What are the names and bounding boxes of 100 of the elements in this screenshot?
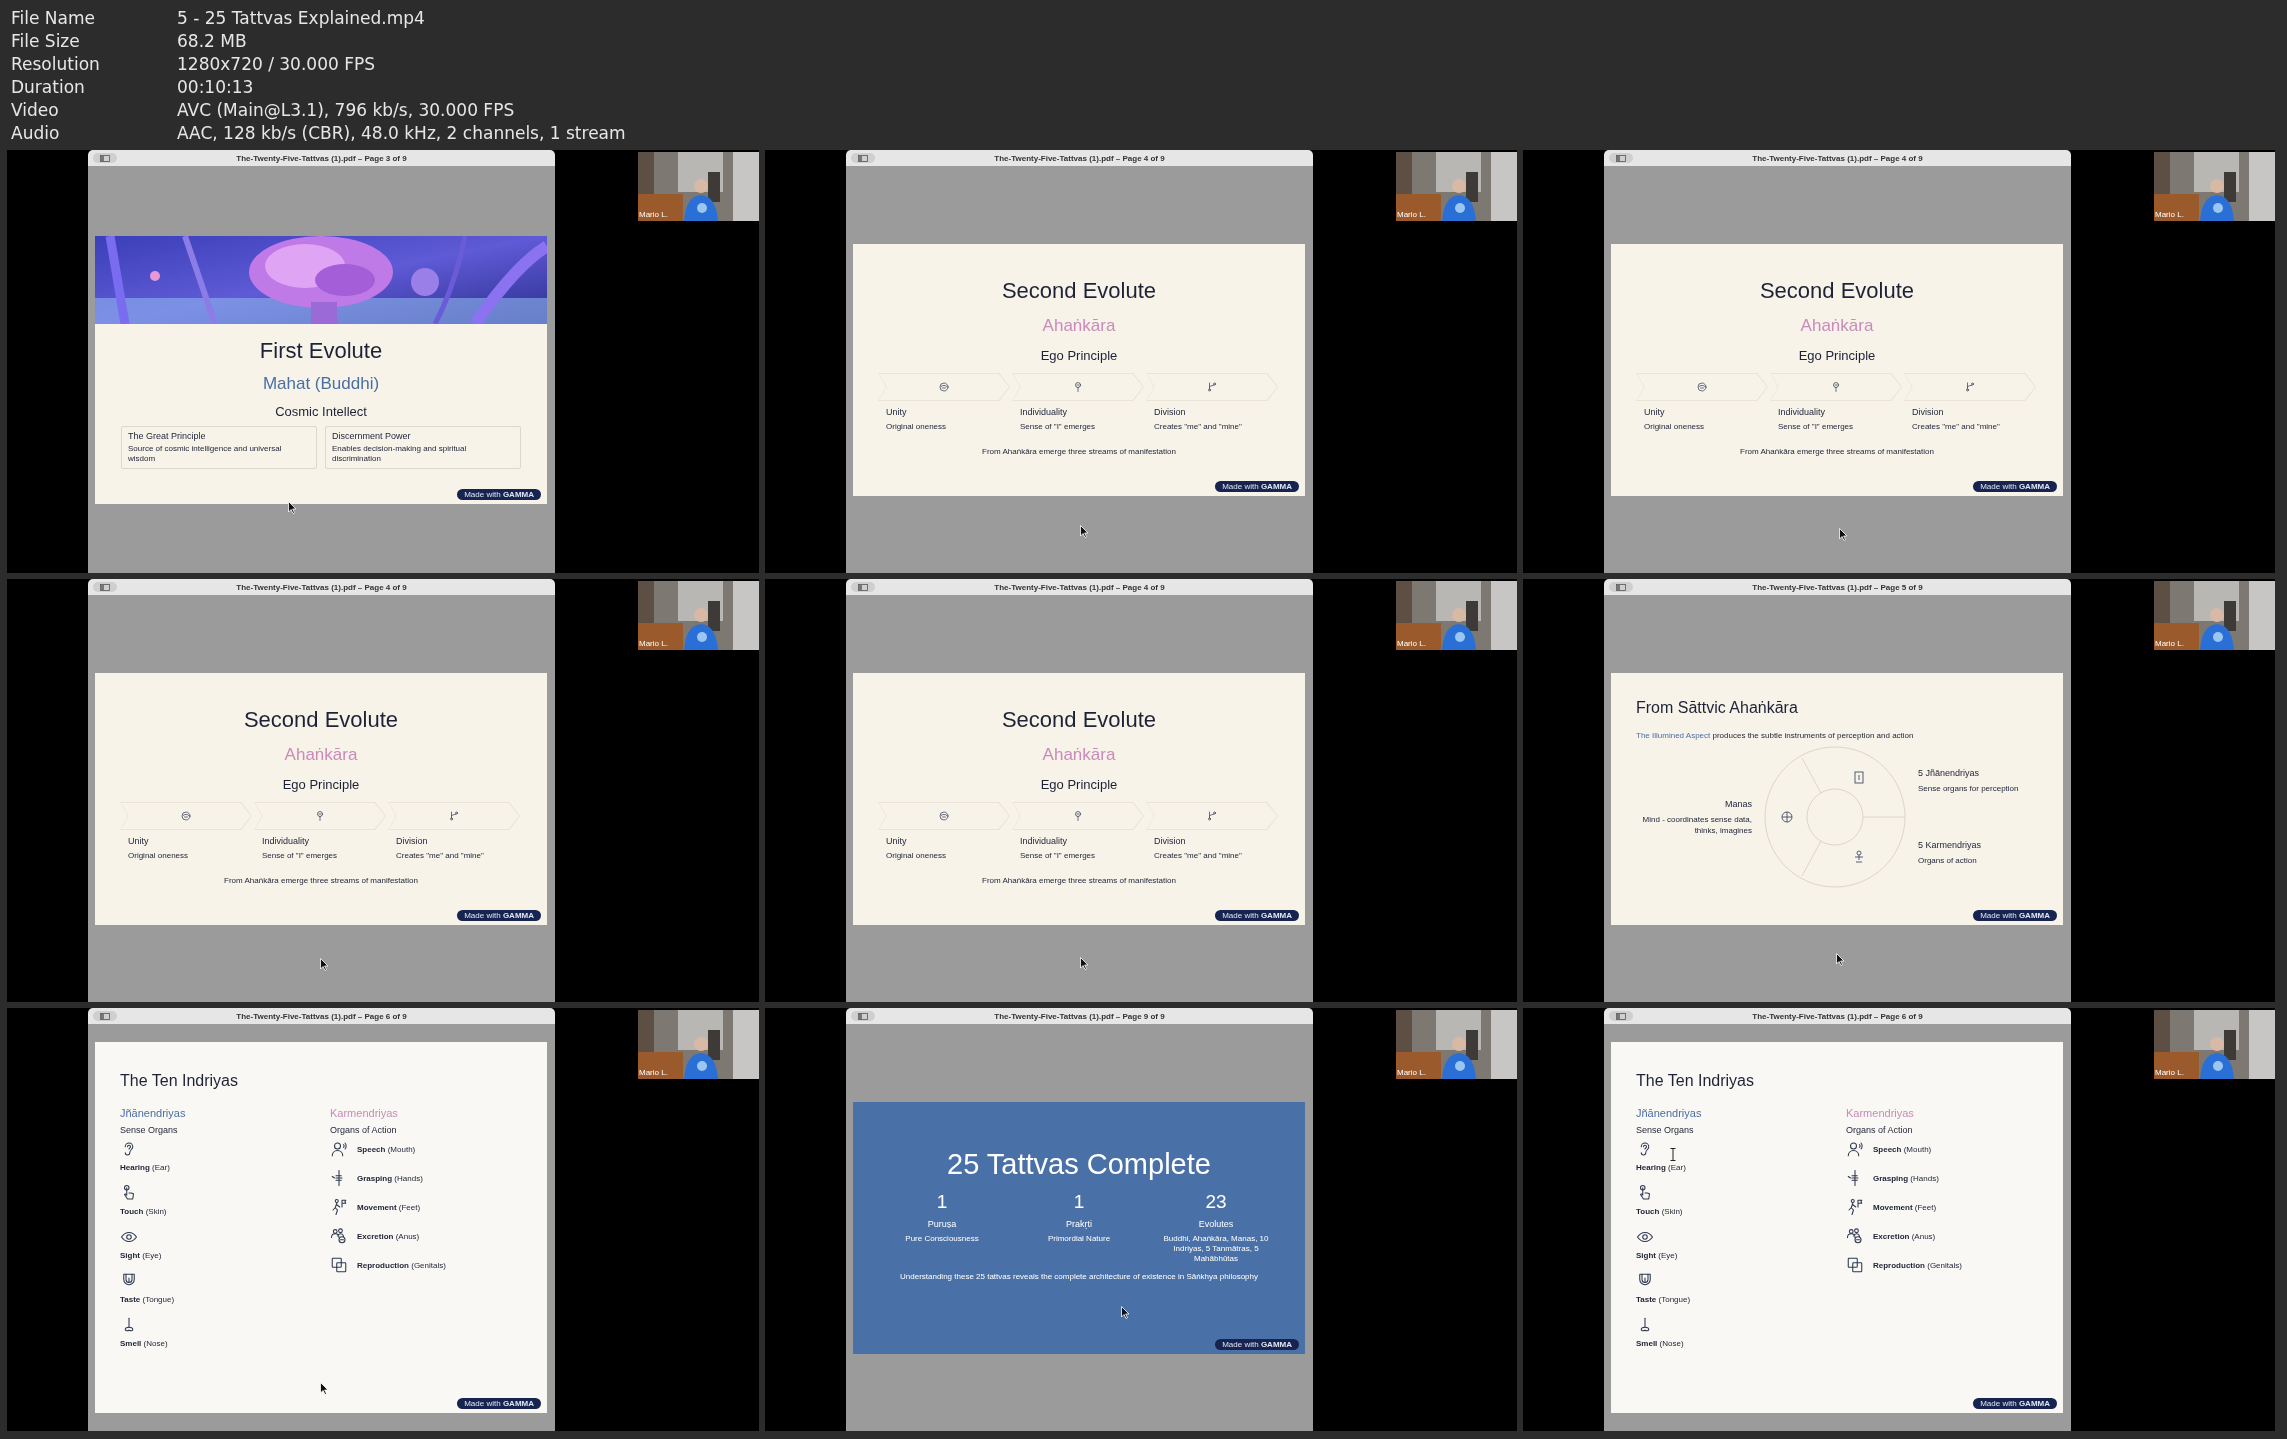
people-icon — [1846, 1227, 1864, 1245]
card-title: The Great Principle — [128, 431, 207, 441]
card-title: Discernment Power — [332, 431, 412, 441]
made-with-badge: Made with GAMMA — [457, 1398, 541, 1409]
slide-caption: From Ahaṅkāra emerge three streams of manifestation — [982, 876, 1176, 885]
sidebar-button[interactable] — [1609, 153, 1633, 163]
column-heading: Karmendriyas — [1846, 1107, 1915, 1119]
organ-label: Speech (Mouth) — [1873, 1144, 1932, 1154]
made-with-badge: Made with GAMMA — [1215, 1339, 1299, 1350]
segment-title: Manas — [1725, 798, 1752, 809]
made-with-badge: Made with GAMMA — [1215, 910, 1299, 921]
participant-name: Mario L. — [639, 1068, 668, 1077]
branch-icon — [448, 810, 460, 822]
field-value: 00:10:13 — [177, 76, 255, 97]
slide-caption: From Ahaṅkāra emerge three streams of manifestation — [982, 447, 1176, 456]
step-text: Original oneness — [128, 851, 190, 860]
cursor-icon — [288, 501, 297, 514]
slide-title: Second Evolute — [1001, 707, 1157, 733]
organ-label: Touch (Skin) — [1636, 1207, 1684, 1216]
organ-label: Hearing (Ear) — [1636, 1163, 1687, 1172]
cursor-icon — [1080, 957, 1089, 970]
window-title: The-Twenty-Five-Tattvas (1).pdf – Page 6 of 9 — [236, 1011, 407, 1021]
slide-caption: From Ahaṅkāra emerge three streams of manifestation — [224, 876, 418, 885]
field-label: Audio — [11, 122, 61, 143]
sidebar-button[interactable] — [1609, 1011, 1633, 1021]
step-label: Unity — [1644, 407, 1666, 417]
branch-icon — [1964, 381, 1976, 393]
step-label: Individuality — [1020, 836, 1069, 846]
slide-title: First Evolute — [259, 338, 383, 364]
made-with-badge: Made with GAMMA — [1973, 1398, 2057, 1409]
field-label: Duration — [11, 76, 86, 97]
stat-text: Pure Consciousness — [904, 1234, 980, 1244]
slide-heading: Ego Principle — [1040, 777, 1118, 792]
step-text: Sense of "I" emerges — [1020, 422, 1097, 431]
pin-icon — [1830, 381, 1842, 393]
stat-label: Prakṛti — [1065, 1219, 1093, 1229]
organ-label: Taste (Tongue) — [120, 1295, 176, 1304]
step-label: Unity — [886, 836, 908, 846]
organ-label: Excretion (Anus) — [1873, 1231, 1936, 1241]
cursor-icon — [320, 1382, 329, 1395]
window-title: The-Twenty-Five-Tattvas (1).pdf – Page 6 of 9 — [1752, 1011, 1923, 1021]
participant-name: Mario L. — [1397, 639, 1426, 648]
field-value: 68.2 MB — [177, 30, 248, 51]
field-label: File Size — [11, 30, 81, 51]
step-text: Creates "me" and "mine" — [1154, 851, 1243, 860]
stat-label: Evolutes — [1197, 1219, 1235, 1229]
sidebar-icon — [1616, 583, 1626, 591]
participant-name: Mario L. — [2155, 639, 2184, 648]
stat-text: Buddhi, Ahaṅkāra, Manas, 10 Indriyas, 5 Tanmātras, 5 Mahābhūtas — [1162, 1234, 1270, 1264]
participant-name: Mario L. — [639, 210, 668, 219]
sidebar-icon — [100, 583, 110, 591]
sidebar-icon — [100, 1012, 110, 1020]
sidebar-button[interactable] — [93, 153, 117, 163]
step-label: Individuality — [1778, 407, 1827, 417]
stat-number: 1 — [1072, 1191, 1086, 1213]
organ-label: Hearing (Ear) — [120, 1163, 171, 1172]
slide-subtitle: Ahaṅkāra — [1042, 745, 1116, 765]
slide-title: The Ten Indriyas — [1636, 1072, 1755, 1090]
sidebar-button[interactable] — [93, 1011, 117, 1021]
sidebar-button[interactable] — [851, 153, 875, 163]
participant-name: Mario L. — [1397, 210, 1426, 219]
sidebar-button[interactable] — [851, 1011, 875, 1021]
step-text: Sense of "I" emerges — [1020, 851, 1097, 860]
stat-text: Primordial Nature — [1046, 1234, 1112, 1244]
step-text: Creates "me" and "mine" — [1912, 422, 2001, 431]
stat-number: 1 — [935, 1191, 949, 1213]
sidebar-button[interactable] — [93, 582, 117, 592]
sidebar-icon — [858, 154, 868, 162]
participant-name: Mario L. — [1397, 1068, 1426, 1077]
sidebar-button[interactable] — [1609, 582, 1633, 592]
segment-text: Mind - coordinates sense data, thinks, imagines — [1641, 813, 1752, 836]
field-value: 1280x720 / 30.000 FPS — [177, 53, 376, 74]
slide-title: 25 Tattvas Complete — [947, 1148, 1211, 1181]
window-title: The-Twenty-Five-Tattvas (1).pdf – Page 5 of 9 — [1752, 582, 1923, 592]
made-with-badge: Made with GAMMA — [1973, 910, 2057, 921]
slide-subtitle: Ahaṅkāra — [1800, 316, 1874, 336]
slide-subtitle: Ahaṅkāra — [284, 745, 358, 765]
field-label: Resolution — [11, 53, 101, 74]
field-value: AVC (Main@L3.1), 796 kb/s, 30.000 FPS — [177, 99, 516, 120]
squares-icon — [1846, 1256, 1864, 1274]
window-title: The-Twenty-Five-Tattvas (1).pdf – Page 9 of 9 — [994, 1011, 1165, 1021]
step-label: Individuality — [262, 836, 311, 846]
intro-text: The Illumined Aspect produces the subtle instruments of perception and action — [1636, 731, 1915, 740]
cursor-icon — [320, 958, 329, 971]
organ-label: Smell (Nose) — [120, 1339, 169, 1348]
step-label: Unity — [886, 407, 908, 417]
slide-heading: Ego Principle — [282, 777, 360, 792]
field-label: Video — [11, 99, 60, 120]
organ-label: Excretion (Anus) — [357, 1231, 420, 1241]
step-text: Sense of "I" emerges — [1778, 422, 1855, 431]
made-with-badge: Made with GAMMA — [1973, 481, 2057, 492]
sidebar-icon — [1616, 154, 1626, 162]
slide-heading: Ego Principle — [1798, 348, 1876, 363]
sidebar-button[interactable] — [851, 582, 875, 592]
organ-label: Movement (Feet) — [1873, 1202, 1937, 1212]
slide-title: Second Evolute — [1001, 278, 1157, 304]
walking-figure-icon — [330, 1198, 348, 1216]
column-heading: Jñānendriyas — [1636, 1107, 1703, 1119]
segment-title: 5 Karmendriyas — [1918, 840, 1983, 850]
window-title: The-Twenty-Five-Tattvas (1).pdf – Page 3 of 9 — [236, 153, 407, 163]
